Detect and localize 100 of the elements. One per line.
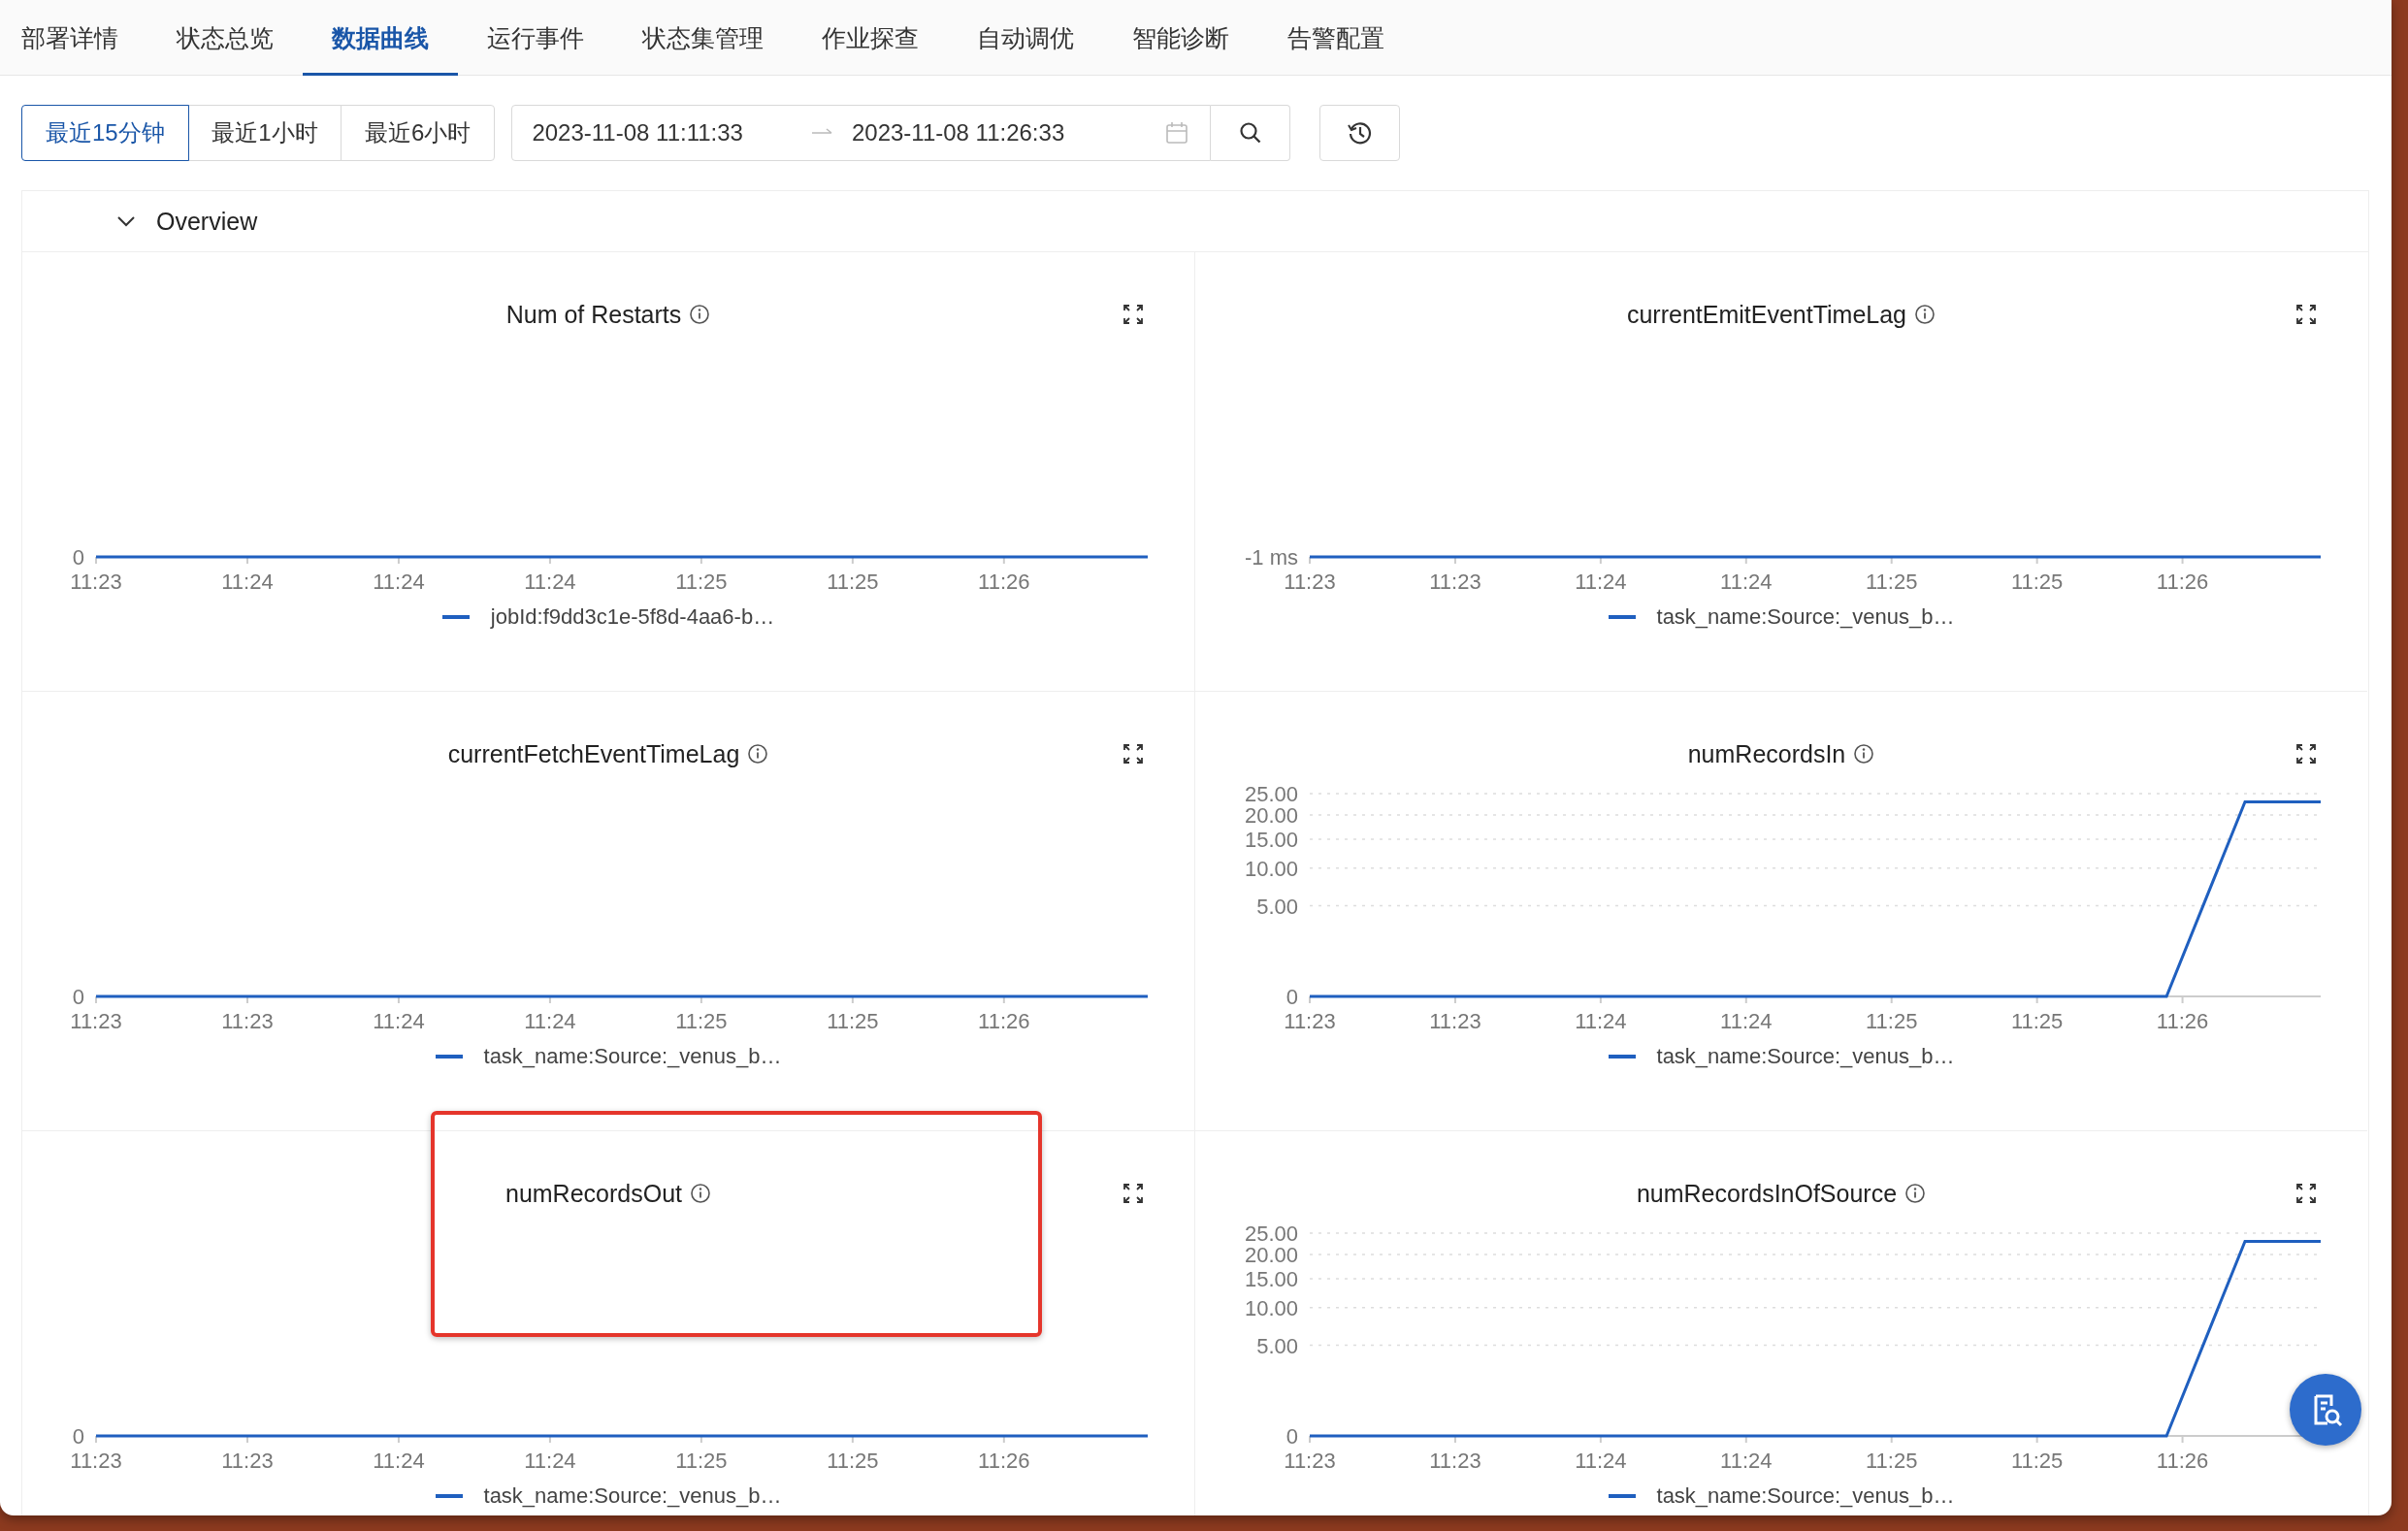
expand-button[interactable] xyxy=(1121,302,1146,327)
legend-label[interactable]: task_name:Source:_venus_b… xyxy=(483,1044,782,1069)
expand-icon xyxy=(1123,743,1144,765)
info-icon xyxy=(689,304,711,325)
legend-swatch xyxy=(441,615,470,619)
y-axis-label: 0 xyxy=(72,1424,84,1449)
x-axis-label: 11:25 xyxy=(827,1009,879,1033)
tab[interactable]: 告警配置 xyxy=(1258,0,1414,76)
y-axis-label: 0 xyxy=(72,545,84,570)
legend-label[interactable]: task_name:Source:_venus_b… xyxy=(1656,1483,1955,1509)
floating-action-button[interactable] xyxy=(2290,1374,2361,1446)
expand-icon xyxy=(1123,1183,1144,1204)
x-axis-label: 11:24 xyxy=(373,1449,425,1473)
x-axis-label: 11:25 xyxy=(675,1449,728,1473)
tab[interactable]: 数据曲线 xyxy=(303,0,458,76)
x-axis-label: 11:24 xyxy=(1720,570,1773,594)
x-axis-label: 11:23 xyxy=(70,570,122,594)
chart-title: numRecordsInOfSource xyxy=(1636,1179,1898,1208)
tab[interactable]: 智能诊断 xyxy=(1103,0,1258,76)
x-axis-label: 11:26 xyxy=(978,1009,1030,1033)
tab[interactable]: 自动调优 xyxy=(948,0,1103,76)
history-icon xyxy=(1346,119,1374,147)
y-axis-label: 5.00 xyxy=(1256,1333,1298,1358)
date-range-field[interactable]: 2023-11-08 11:11:33 2023-11-08 11:26:33 xyxy=(511,105,1212,161)
legend-label[interactable]: task_name:Source:_venus_b… xyxy=(1656,604,1955,630)
time-range-button[interactable]: 最近1小时 xyxy=(187,105,342,161)
legend-label[interactable]: task_name:Source:_venus_b… xyxy=(1656,1044,1955,1069)
x-axis-label: 11:26 xyxy=(2156,1449,2209,1473)
y-axis-label: 25.00 xyxy=(1244,782,1298,806)
time-range-button[interactable]: 最近6小时 xyxy=(341,105,496,161)
section-header[interactable]: Overview xyxy=(22,191,2368,252)
y-axis-label: 0 xyxy=(1285,985,1298,1009)
info-icon xyxy=(1853,743,1875,765)
expand-icon xyxy=(2295,1183,2317,1204)
x-axis-label: 11:25 xyxy=(2010,1449,2064,1473)
history-button[interactable] xyxy=(1319,105,1401,161)
expand-icon xyxy=(2295,743,2317,765)
x-axis-label: 11:23 xyxy=(70,1449,122,1473)
tab[interactable]: 状态总览 xyxy=(147,0,303,76)
info-icon xyxy=(1914,304,1936,325)
x-axis-label: 11:24 xyxy=(524,1009,576,1033)
x-axis-label: 11:24 xyxy=(524,570,576,594)
x-axis-label: 11:24 xyxy=(1575,1449,1627,1473)
legend-label[interactable]: task_name:Source:_venus_b… xyxy=(483,1483,782,1509)
x-axis-label: 11:24 xyxy=(1720,1009,1773,1033)
expand-icon xyxy=(2295,304,2317,325)
x-axis-label: 11:25 xyxy=(827,570,879,594)
chart-title: numRecordsOut xyxy=(505,1179,682,1208)
x-axis-label: 11:26 xyxy=(2156,1009,2209,1033)
x-axis-label: 11:23 xyxy=(1429,1009,1481,1033)
expand-button[interactable] xyxy=(2294,302,2319,327)
section-title: Overview xyxy=(156,207,258,236)
legend-label[interactable]: jobId:f9dd3c1e-5f8d-4aa6-b… xyxy=(490,604,775,630)
info-icon xyxy=(1904,1183,1927,1204)
x-axis-label: 11:23 xyxy=(1284,1009,1336,1033)
x-axis-label: 11:23 xyxy=(1284,1449,1336,1473)
y-axis-label: -1 ms xyxy=(1245,545,1298,570)
x-axis-label: 11:23 xyxy=(70,1009,122,1033)
tab[interactable]: 部署详情 xyxy=(0,0,147,76)
legend-swatch xyxy=(435,1055,463,1059)
start-date-text: 2023-11-08 11:11:33 xyxy=(532,119,743,147)
expand-button[interactable] xyxy=(1121,1181,1146,1206)
y-axis-label: 0 xyxy=(72,985,84,1009)
y-axis-label: 5.00 xyxy=(1256,894,1298,919)
end-date-text: 2023-11-08 11:26:33 xyxy=(851,119,1065,147)
expand-button[interactable] xyxy=(2294,1181,2319,1206)
x-axis-label: 11:24 xyxy=(1575,1009,1627,1033)
chart-title: currentEmitEventTimeLag xyxy=(1626,300,1907,329)
x-axis-label: 11:25 xyxy=(2010,570,2064,594)
tab[interactable]: 状态集管理 xyxy=(613,0,793,76)
chart-title: currentFetchEventTimeLag xyxy=(447,739,740,768)
x-axis-label: 11:25 xyxy=(675,570,728,594)
expand-icon xyxy=(1123,304,1144,325)
x-axis-label: 11:23 xyxy=(1429,1449,1481,1473)
y-axis-label: 10.00 xyxy=(1244,1295,1298,1320)
expand-button[interactable] xyxy=(1121,741,1146,766)
tab[interactable]: 作业探查 xyxy=(793,0,948,76)
y-axis-label: 0 xyxy=(1285,1424,1298,1449)
y-axis-label: 10.00 xyxy=(1244,856,1298,881)
x-axis-label: 11:23 xyxy=(221,1449,274,1473)
search-button[interactable] xyxy=(1211,105,1291,161)
legend-swatch xyxy=(1608,1055,1636,1059)
x-axis-label: 11:25 xyxy=(827,1449,879,1473)
x-axis-label: 11:23 xyxy=(1429,570,1481,594)
time-range-button[interactable]: 最近15分钟 xyxy=(21,105,189,161)
x-axis-label: 11:26 xyxy=(978,570,1030,594)
chart-title: Num of Restarts xyxy=(505,300,682,329)
expand-button[interactable] xyxy=(2294,741,2319,766)
legend-swatch xyxy=(1608,615,1636,619)
x-axis-label: 11:26 xyxy=(2156,570,2209,594)
info-icon xyxy=(690,1183,711,1204)
info-icon xyxy=(747,743,769,765)
y-axis-label: 15.00 xyxy=(1244,1267,1298,1292)
chart-title: numRecordsIn xyxy=(1687,739,1846,768)
x-axis-label: 11:25 xyxy=(1866,570,1918,594)
tab[interactable]: 运行事件 xyxy=(458,0,613,76)
x-axis-label: 11:24 xyxy=(1575,570,1627,594)
calendar-icon xyxy=(1165,121,1189,145)
x-axis-label: 11:25 xyxy=(1866,1009,1918,1033)
x-axis-label: 11:25 xyxy=(2010,1009,2064,1033)
